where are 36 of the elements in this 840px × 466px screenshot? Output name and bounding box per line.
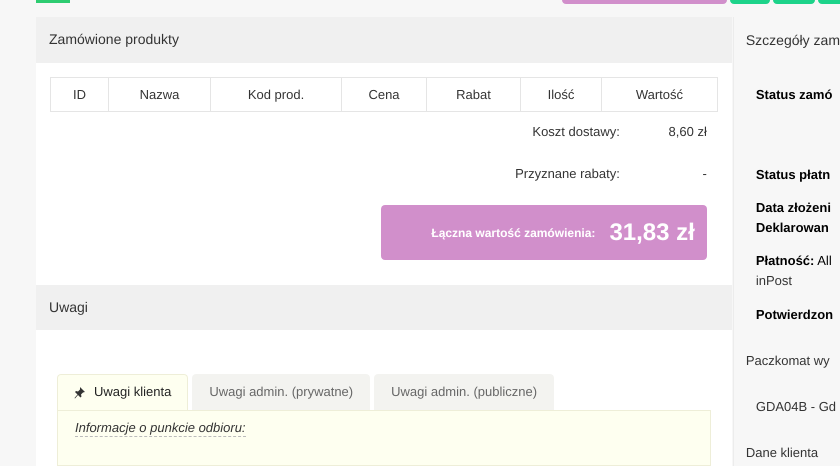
- total-value: 31,83 zł: [609, 218, 695, 248]
- column-header: Kod prod.: [211, 78, 342, 112]
- action-button[interactable]: [818, 0, 840, 4]
- total-label: Łączna wartość zamówienia:: [431, 224, 596, 242]
- column-header: Cena: [342, 78, 427, 112]
- column-header: ID: [51, 78, 109, 112]
- action-button[interactable]: [562, 0, 727, 4]
- detail-label: Data złożeni: [754, 199, 832, 217]
- notes-tab[interactable]: Uwagi admin. (publiczne): [374, 374, 554, 410]
- section-title: Paczkomat wy: [746, 352, 831, 370]
- action-button[interactable]: [730, 0, 770, 4]
- panel-title: Szczegóły zam: [746, 31, 840, 50]
- detail-label: Status zamó: [754, 86, 834, 104]
- summary-value: 8,60 zł: [668, 123, 708, 142]
- detail-label: Potwierdzon: [754, 306, 834, 324]
- pin-icon: [74, 386, 86, 399]
- notes-tab[interactable]: Uwagi klienta: [57, 374, 188, 410]
- top-tab[interactable]: [36, 0, 70, 3]
- action-button[interactable]: [773, 0, 815, 4]
- column-header: Rabat: [427, 78, 521, 112]
- notes-heading: Informacje o punkcie odbioru:: [75, 420, 246, 437]
- detail-line: Płatność: All: [754, 252, 833, 270]
- summary-label: Koszt dostawy:: [532, 123, 620, 142]
- detail-value: inPost: [754, 272, 793, 290]
- panel-title: Zamówione produkty: [49, 30, 179, 50]
- summary-value: -: [702, 164, 708, 183]
- panel-title: Uwagi: [49, 298, 88, 317]
- summary-label: Przyznane rabaty:: [515, 164, 620, 183]
- detail-label: Status płatn: [754, 166, 832, 184]
- column-header: Ilość: [521, 78, 602, 112]
- column-header: Nazwa: [109, 78, 211, 112]
- notes-tab[interactable]: Uwagi admin. (prywatne): [192, 374, 370, 410]
- section-title: Dane klienta: [746, 444, 820, 462]
- detail-label: Deklarowan: [754, 219, 830, 237]
- detail-value: GDA04B - Gd: [754, 398, 838, 416]
- column-header: Wartość: [634, 86, 684, 104]
